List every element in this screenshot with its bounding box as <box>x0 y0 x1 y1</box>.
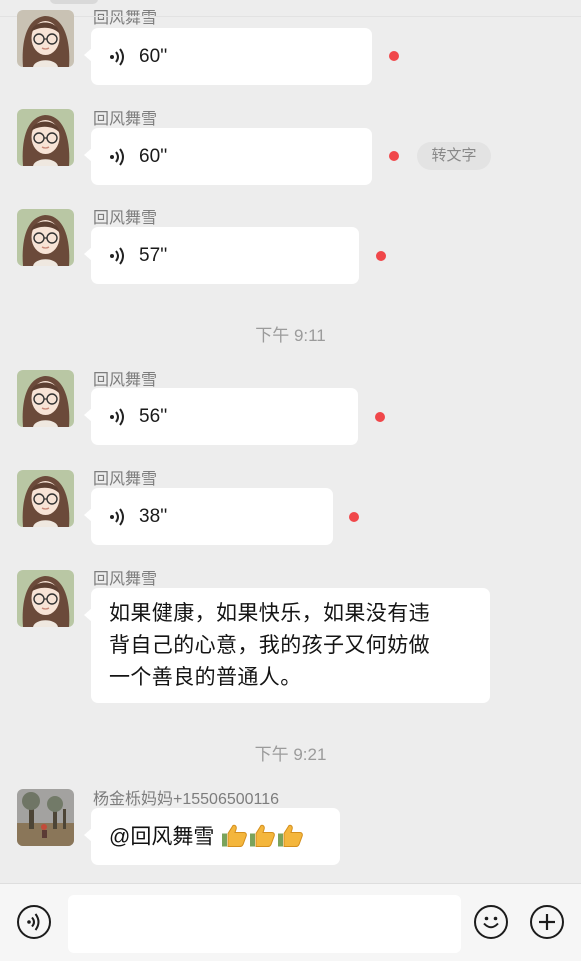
avatar[interactable] <box>17 209 74 266</box>
avatar[interactable] <box>17 789 74 846</box>
thumbs-up-icon <box>220 823 248 853</box>
voice-wave-icon <box>110 407 124 426</box>
sender-name: 回风舞雪 <box>93 111 158 128</box>
timestamp: 下午 9:11 <box>255 326 326 345</box>
avatar[interactable] <box>17 109 74 166</box>
timestamp: 下午 9:21 <box>254 745 327 764</box>
divider <box>0 16 581 17</box>
voice-wave-icon <box>110 507 124 526</box>
avatar[interactable] <box>17 370 74 427</box>
avatar[interactable] <box>17 470 74 527</box>
voice-wave-icon <box>110 47 124 66</box>
sender-name: 回风舞雪 <box>93 471 158 488</box>
voice-message-bubble[interactable]: 57'' <box>84 227 359 284</box>
message-text: 如果健康，如果快乐，如果没有违 背自己的心意，我的孩子又何妨做 一个善良的普通人… <box>91 588 490 694</box>
voice-message-bubble[interactable]: 56'' <box>84 388 358 445</box>
voice-wave-icon <box>110 147 124 166</box>
voice-message-bubble[interactable]: 38'' <box>84 488 333 545</box>
thumbs-up-icon <box>276 823 304 853</box>
unread-dot <box>375 412 385 422</box>
thumbs-up-icon <box>248 823 276 853</box>
message-input[interactable] <box>68 895 461 953</box>
message-line: 如果健康，如果快乐，如果没有违 <box>109 602 430 625</box>
input-bar <box>0 883 581 961</box>
unread-dot <box>349 512 359 522</box>
unread-dot <box>376 251 386 261</box>
unread-dot <box>389 151 399 161</box>
text-message-bubble[interactable]: 如果健康，如果快乐，如果没有违 背自己的心意，我的孩子又何妨做 一个善良的普通人… <box>84 588 490 703</box>
voice-duration: 56'' <box>139 405 168 427</box>
sender-name: 回风舞雪 <box>93 571 158 588</box>
unread-dot <box>389 51 399 61</box>
top-partial-bar <box>50 0 98 4</box>
message-line: 背自己的心意，我的孩子又何妨做 <box>109 634 430 657</box>
voice-duration: 38'' <box>139 505 168 527</box>
voice-message-bubble[interactable]: 60'' <box>84 128 372 185</box>
voice-duration: 57'' <box>139 244 168 266</box>
avatar[interactable] <box>17 10 74 67</box>
text-message-bubble[interactable]: @回风舞雪 <box>84 808 340 865</box>
message-line: 一个善良的普通人。 <box>109 666 302 689</box>
add-icon[interactable] <box>530 905 564 939</box>
voice-duration: 60'' <box>139 145 168 167</box>
mention-text: @回风舞雪 <box>109 825 215 848</box>
sender-name: 回风舞雪 <box>93 210 158 227</box>
sender-name: 回风舞雪 <box>93 372 158 389</box>
emoji-icon[interactable] <box>474 905 508 939</box>
transcribe-button[interactable]: 转文字 <box>417 142 491 170</box>
voice-message-bubble[interactable]: 60'' <box>84 28 372 85</box>
voice-duration: 60'' <box>139 45 168 67</box>
message-text: @回风舞雪 <box>109 820 304 853</box>
voice-wave-icon <box>110 246 124 265</box>
voice-mode-icon[interactable] <box>17 905 51 939</box>
sender-name: 杨金栎妈妈+15506500116 <box>93 791 280 808</box>
avatar[interactable] <box>17 570 74 627</box>
